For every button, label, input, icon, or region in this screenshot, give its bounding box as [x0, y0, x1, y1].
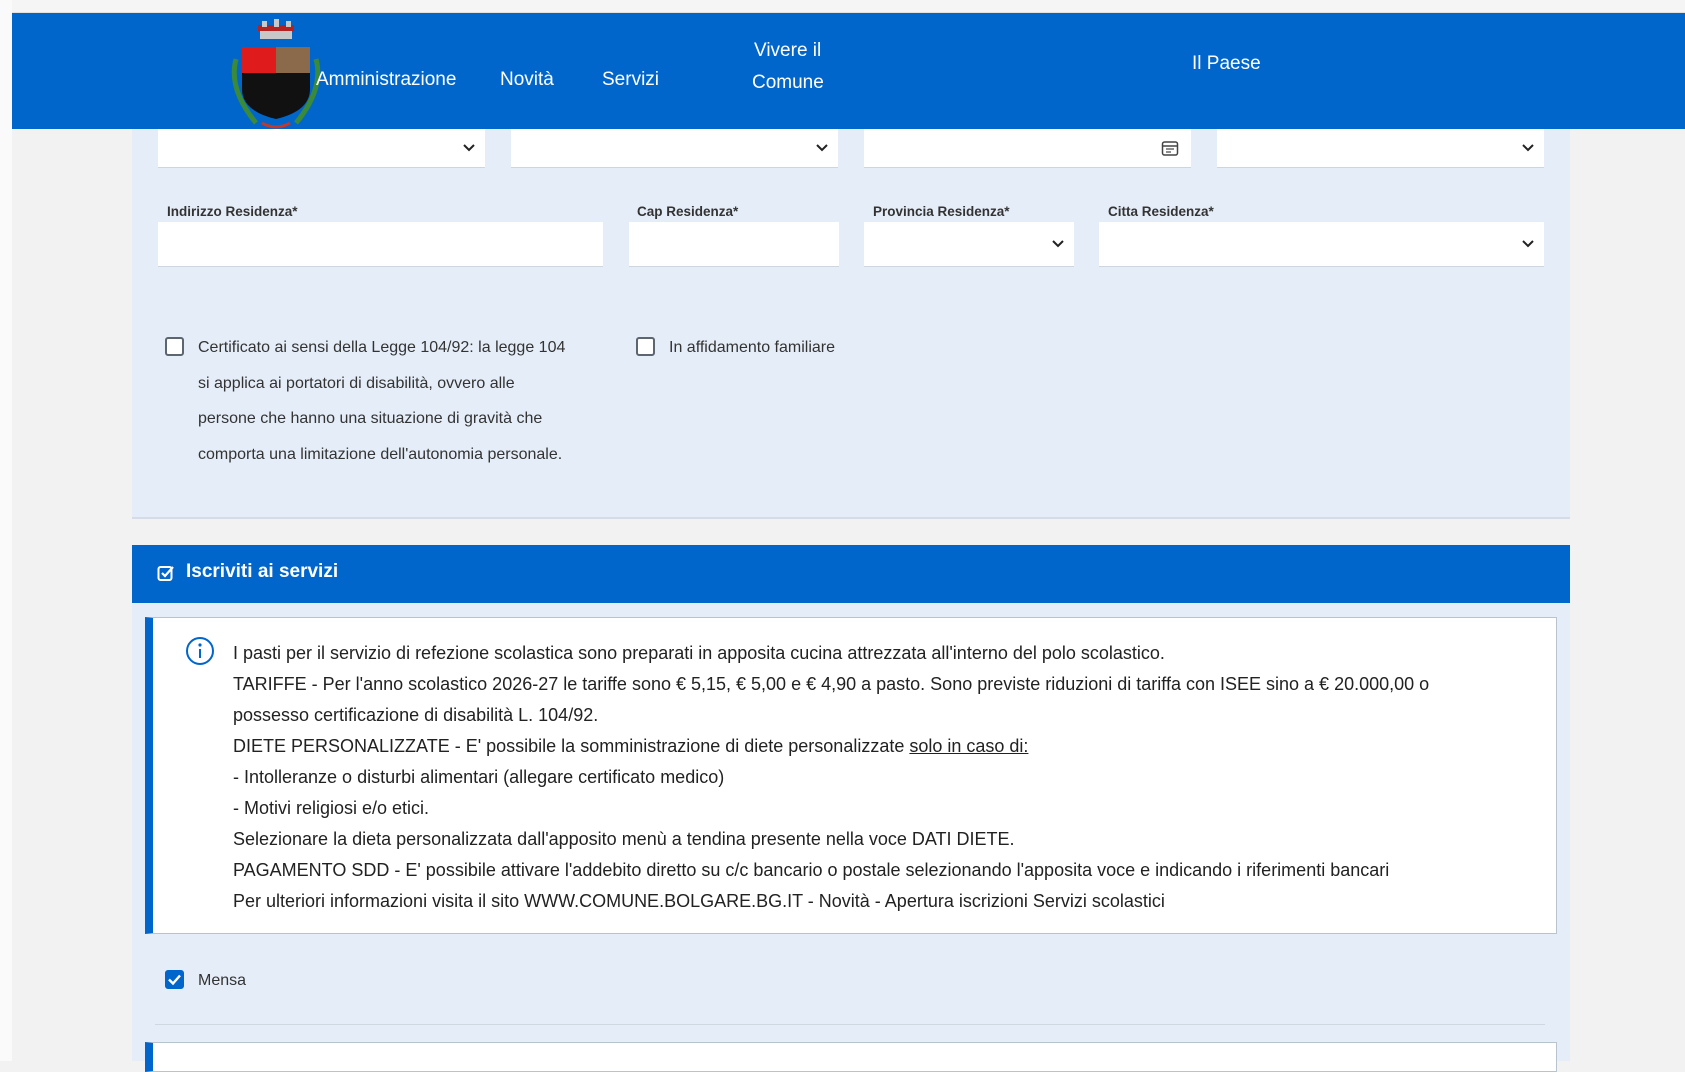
chevron-down-icon [463, 144, 475, 152]
info-line: Selezionare la dieta personalizzata dall… [233, 829, 1015, 849]
citta-residenza-select[interactable] [1099, 222, 1544, 267]
info-line: - Intolleranze o disturbi alimentari (al… [233, 767, 725, 787]
chevron-down-icon [816, 144, 828, 152]
info-line: Per ulteriori informazioni visita il sit… [233, 891, 1165, 911]
info-box-next [145, 1042, 1557, 1072]
checkbox-edit-icon [157, 566, 174, 581]
info-line: PAGAMENTO SDD - E' possibile attivare l'… [233, 860, 1390, 880]
affidamento-familiare-checkbox[interactable] [636, 337, 655, 356]
nav-novita[interactable]: Novità [500, 69, 554, 91]
mensa-checkbox[interactable] [165, 970, 184, 989]
info-box-refezione: I pasti per il servizio di refezione sco… [145, 617, 1557, 934]
nav-vivere-line1: Vivere il [754, 40, 822, 61]
solo-in-caso-di-underline: solo in caso di: [909, 736, 1029, 756]
chevron-down-icon [1052, 240, 1064, 248]
date-field[interactable] [864, 129, 1191, 168]
label-citta-residenza: Citta Residenza* [1108, 204, 1214, 219]
affidamento-familiare-label: In affidamento familiare [669, 339, 836, 356]
nav-vivere-line2: Comune [752, 72, 824, 93]
indirizzo-residenza-input[interactable] [158, 222, 603, 267]
label-cap-residenza: Cap Residenza* [637, 204, 739, 219]
section-title: Iscriviti ai servizi [186, 561, 339, 582]
select-field-2[interactable] [511, 129, 838, 168]
browser-top-strip [0, 0, 1685, 13]
info-line: DIETE PERSONALIZZATE - E' possibile la s… [233, 731, 1429, 762]
chevron-down-icon [1522, 144, 1534, 152]
chevron-down-icon [1522, 240, 1534, 248]
page-left-edge [0, 0, 12, 1061]
info-icon [186, 637, 214, 665]
legge-104-line: si applica ai portatori di disabilità, o… [198, 374, 515, 392]
section-divider [155, 1024, 1545, 1025]
legge-104-line: comporta una limitazione dell'autonomia … [198, 445, 563, 463]
info-text: I pasti per il servizio di refezione sco… [233, 638, 1429, 917]
checkmark-icon [168, 974, 181, 986]
select-field-1[interactable] [158, 129, 485, 168]
calendar-icon[interactable] [1161, 139, 1179, 157]
legge-104-checkbox[interactable] [165, 337, 184, 356]
legge-104-line: Certificato ai sensi della Legge 104/92:… [198, 339, 566, 356]
nav-amministrazione[interactable]: Amministrazione [316, 69, 456, 91]
nav-il-paese[interactable]: Il Paese [1192, 53, 1261, 75]
nav-vivere-il-comune[interactable]: Vivere il Comune [752, 35, 824, 99]
section-header-iscriviti: Iscriviti ai servizi [132, 545, 1570, 603]
provincia-residenza-select[interactable] [864, 222, 1074, 267]
legge-104-label: Certificato ai sensi della Legge 104/92:… [198, 330, 565, 472]
nav-servizi[interactable]: Servizi [602, 69, 659, 91]
legge-104-line: persone che hanno una situazione di grav… [198, 410, 543, 427]
select-field-3[interactable] [1217, 129, 1544, 168]
info-line: - Motivi religiosi e/o etici. [233, 798, 430, 818]
info-line: possesso certificazione di disabilità L.… [233, 705, 599, 725]
site-header: Amministrazione Novità Servizi Vivere il… [12, 13, 1685, 129]
info-line: I pasti per il servizio di refezione sco… [233, 643, 1165, 663]
municipal-crest-logo[interactable] [226, 19, 328, 133]
info-line: TARIFFE - Per l'anno scolastico 2026-27 … [233, 674, 1430, 694]
label-indirizzo-residenza: Indirizzo Residenza* [167, 204, 298, 219]
info-line-prefix: DIETE PERSONALIZZATE - E' possibile la s… [233, 736, 910, 756]
cap-residenza-input[interactable] [629, 222, 839, 267]
mensa-label: Mensa [198, 972, 247, 989]
label-provincia-residenza: Provincia Residenza* [873, 204, 1010, 219]
